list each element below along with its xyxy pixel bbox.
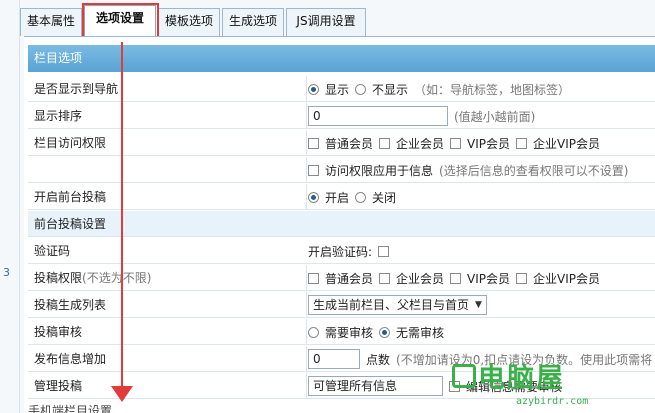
checkbox-label: 企业会员	[396, 136, 445, 151]
row-label: 验证码	[34, 244, 71, 258]
row-label: 栏目访问权限	[34, 136, 107, 150]
hint-text: (选择后信息的查看权限可以不设置)	[439, 163, 629, 178]
watermark: 电脑屋 azybirdr.com	[450, 352, 655, 413]
row-label: 投稿审核	[34, 325, 83, 339]
row-label: 显示排序	[34, 109, 83, 123]
checkbox-label: VIP会员	[467, 271, 511, 286]
tab-highlight-box	[82, 3, 159, 40]
radio-label: 需要审核	[325, 325, 374, 340]
tab-basic[interactable]: 基本属性	[20, 8, 82, 36]
checkbox-vip[interactable]	[450, 137, 462, 149]
tab-template[interactable]: 模板选项	[158, 8, 220, 36]
radio-need-review[interactable]	[308, 326, 319, 338]
radio-hide[interactable]	[355, 83, 367, 95]
radio-label: 无需审核	[396, 325, 445, 340]
section-title: 前台投稿设置	[34, 217, 107, 231]
house-icon	[452, 364, 476, 388]
checkbox-access-apply[interactable]	[308, 164, 319, 176]
row-label: 管理投稿	[34, 379, 83, 393]
checkbox-label: 普通会员	[325, 271, 374, 286]
row-label: 是否显示到导航	[34, 82, 119, 96]
radio-label: 关闭	[372, 190, 397, 205]
hint-text: (值越小越前面)	[454, 109, 536, 124]
checkbox-captcha[interactable]	[378, 245, 390, 257]
left-sidebar	[0, 0, 20, 413]
checkbox-enterprise-vip[interactable]	[516, 272, 528, 284]
radio-show[interactable]	[308, 83, 319, 95]
checkbox-enterprise[interactable]	[379, 272, 391, 284]
watermark-url: azybirdr.com	[516, 396, 589, 407]
tab-generate[interactable]: 生成选项	[222, 8, 284, 36]
radio-label: 不显示	[372, 82, 409, 97]
points-unit: 点数	[366, 352, 391, 367]
checkbox-label: 普通会员	[325, 136, 374, 151]
radio-no-review[interactable]	[379, 326, 391, 338]
checkbox-enterprise[interactable]	[379, 137, 391, 149]
checkbox-label: VIP会员	[467, 136, 511, 151]
next-row-label: 手机端栏目设置	[28, 404, 113, 413]
checkbox-label: 访问权限应用于信息	[325, 163, 434, 178]
row-label: 发布信息增加	[34, 352, 107, 366]
row-label: 投稿生成列表	[34, 298, 107, 312]
points-input[interactable]: 0	[308, 349, 360, 369]
radio-enable[interactable]	[308, 191, 319, 203]
checkbox-enterprise-vip[interactable]	[516, 137, 528, 149]
checkbox-label: 企业会员	[396, 271, 445, 286]
manage-select[interactable]: 可管理所有信息	[308, 376, 443, 396]
checkbox-label: 企业VIP会员	[533, 136, 601, 151]
row-label: 投稿权限(不选为不限)	[34, 271, 152, 285]
arrow-down-icon	[111, 386, 133, 402]
sort-input[interactable]: 0	[308, 106, 448, 126]
captcha-label: 开启验证码:	[308, 244, 373, 259]
left-marker: 3	[3, 266, 10, 279]
radio-label: 开启	[325, 190, 350, 205]
checkbox-member[interactable]	[308, 272, 319, 284]
checkbox-label: 企业VIP会员	[533, 271, 601, 286]
watermark-title: 电脑屋	[478, 363, 565, 394]
annotation-arrow-shaft	[121, 42, 123, 392]
chevron-down-icon: ▼	[475, 300, 482, 310]
row-label: 开启前台投稿	[34, 190, 107, 204]
radio-disable[interactable]	[355, 191, 367, 203]
checkbox-member[interactable]	[308, 137, 319, 149]
tab-js[interactable]: JS调用设置	[286, 8, 366, 36]
radio-label: 显示	[325, 82, 350, 97]
hint-text: （如：导航标签，地图标签）	[414, 82, 571, 97]
gen-list-select[interactable]: 生成当前栏目、父栏目与首页 ▼	[308, 295, 487, 315]
checkbox-vip[interactable]	[450, 272, 462, 284]
